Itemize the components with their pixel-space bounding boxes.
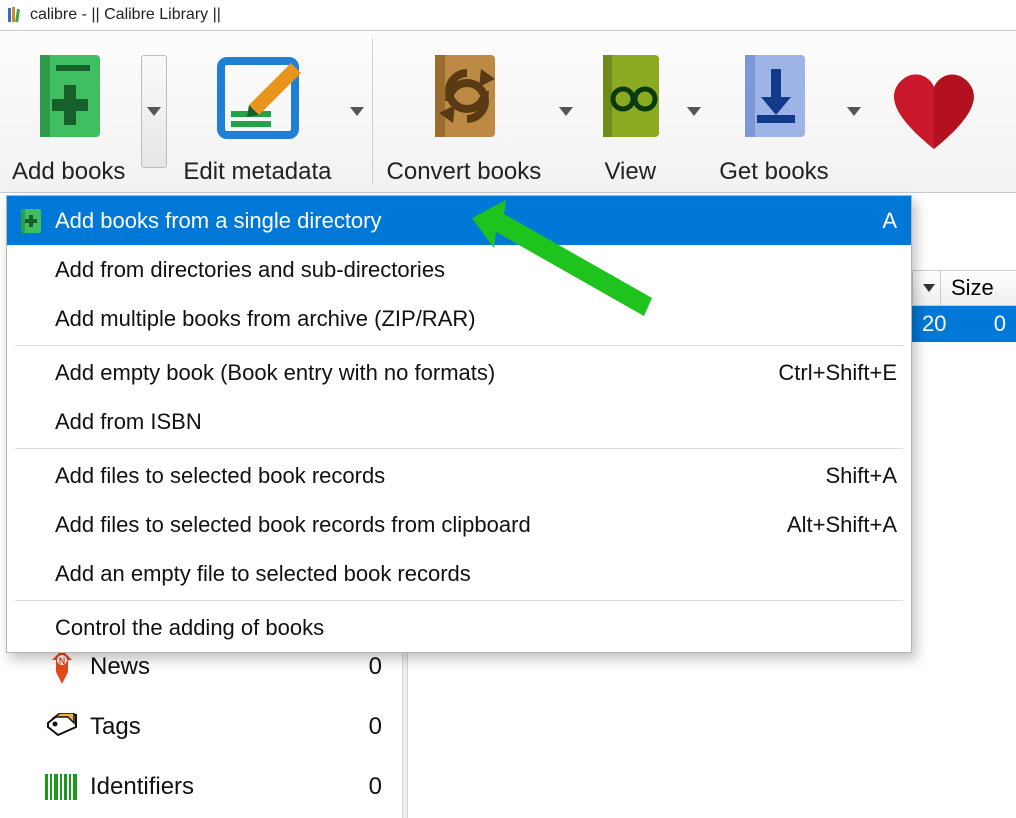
menu-separator (15, 600, 903, 601)
menu-add-empty-book[interactable]: Add empty book (Book entry with no forma… (7, 348, 911, 397)
menu-item-label: Add files to selected book records (55, 463, 385, 489)
sidebar-item-identifiers[interactable]: Identifiers 0 (0, 757, 402, 817)
menu-item-label: Add empty book (Book entry with no forma… (55, 360, 495, 386)
tag-browser: N News 0 Tags 0 Identifiers 0 (0, 637, 402, 817)
menu-separator (15, 448, 903, 449)
convert-books-label: Convert books (387, 158, 542, 186)
sidebar-item-label: News (90, 653, 150, 681)
news-icon: N (44, 650, 80, 684)
edit-metadata-button[interactable]: Edit metadata (171, 31, 343, 192)
sidebar-item-tags[interactable]: Tags 0 (0, 697, 402, 757)
get-books-label: Get books (719, 158, 828, 186)
app-icon (6, 6, 24, 24)
view-icon (591, 39, 669, 154)
view-label: View (604, 158, 656, 186)
add-book-icon (19, 208, 45, 234)
edit-metadata-label: Edit metadata (183, 158, 331, 186)
menu-item-label: Add books from a single directory (55, 208, 382, 234)
add-books-label: Add books (12, 158, 125, 186)
menu-item-shortcut: Ctrl+Shift+E (754, 360, 897, 386)
heart-icon (879, 39, 989, 182)
window-title: calibre - || Calibre Library || (30, 6, 221, 24)
column-dropdown[interactable] (912, 271, 940, 305)
menu-item-label: Add an empty file to selected book recor… (55, 561, 471, 587)
column-size[interactable]: Size (940, 271, 1016, 305)
add-books-dropdown[interactable] (141, 55, 167, 168)
menu-add-empty-file[interactable]: Add an empty file to selected book recor… (7, 549, 911, 598)
window-titlebar: calibre - || Calibre Library || (0, 0, 1016, 30)
add-books-button[interactable]: Add books (0, 31, 137, 192)
get-books-button[interactable]: Get books (707, 31, 840, 192)
menu-item-label: Add from ISBN (55, 409, 202, 435)
menu-item-label: Add from directories and sub-directories (55, 257, 445, 283)
sidebar-item-count: 0 (369, 713, 382, 741)
add-books-menu: Add books from a single directory A Add … (6, 195, 912, 653)
menu-item-shortcut: Shift+A (801, 463, 897, 489)
edit-metadata-icon (207, 39, 307, 154)
convert-books-icon (421, 39, 507, 154)
get-books-dropdown[interactable] (841, 31, 867, 192)
menu-separator (15, 345, 903, 346)
menu-item-label: Control the adding of books (55, 615, 324, 641)
view-button[interactable]: View (579, 31, 681, 192)
menu-add-files-clipboard[interactable]: Add files to selected book records from … (7, 500, 911, 549)
menu-item-shortcut: Alt+Shift+A (763, 512, 897, 538)
menu-control-adding[interactable]: Control the adding of books (7, 603, 911, 652)
sidebar-item-label: Identifiers (90, 773, 194, 801)
menu-item-label: Add files to selected book records from … (55, 512, 531, 538)
get-books-icon (731, 39, 817, 154)
donate-button[interactable] (867, 31, 989, 192)
menu-item-label: Add multiple books from archive (ZIP/RAR… (55, 306, 476, 332)
menu-add-isbn[interactable]: Add from ISBN (7, 397, 911, 446)
svg-text:N: N (59, 656, 66, 666)
menu-add-archive[interactable]: Add multiple books from archive (ZIP/RAR… (7, 294, 911, 343)
menu-add-dirs-subdirs[interactable]: Add from directories and sub-directories (7, 245, 911, 294)
book-list-columns: Size (912, 270, 1016, 306)
menu-add-single-directory[interactable]: Add books from a single directory A (7, 196, 911, 245)
add-books-icon (26, 39, 112, 154)
book-row-selected[interactable]: 20 0 (912, 306, 1016, 342)
panel-splitter[interactable] (402, 637, 408, 818)
tag-icon (44, 713, 80, 741)
barcode-icon (44, 774, 80, 800)
sidebar-item-label: Tags (90, 713, 141, 741)
sidebar-item-count: 0 (369, 773, 382, 801)
view-dropdown[interactable] (681, 31, 707, 192)
menu-add-files-selected[interactable]: Add files to selected book records Shift… (7, 451, 911, 500)
row-date-fragment: 20 (912, 311, 944, 337)
toolbar-separator (372, 39, 373, 184)
sidebar-item-count: 0 (369, 653, 382, 681)
convert-books-dropdown[interactable] (553, 31, 579, 192)
edit-metadata-dropdown[interactable] (344, 31, 370, 192)
main-toolbar: Add books Edit metadata (0, 30, 1016, 193)
convert-books-button[interactable]: Convert books (375, 31, 554, 192)
menu-item-shortcut: A (858, 208, 897, 234)
row-size-fragment: 0 (944, 311, 1016, 337)
